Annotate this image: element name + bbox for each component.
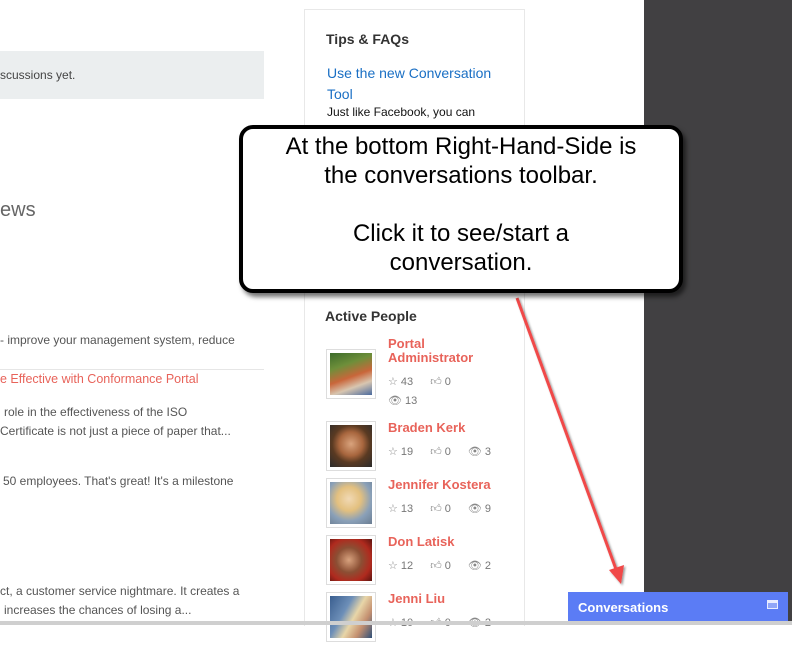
callout-line: At the bottom Right-Hand-Side is	[285, 133, 637, 160]
arrow-head	[609, 565, 624, 584]
annotation-arrow	[515, 297, 624, 584]
callout-line: the conversations toolbar.	[324, 162, 598, 189]
tutorial-callout: At the bottom Right-Hand-Side is the con…	[239, 125, 683, 293]
arrow-line	[515, 297, 624, 584]
conversations-toolbar[interactable]: Conversations	[568, 592, 788, 621]
callout-line: Click it to see/start a	[352, 220, 570, 247]
window-icon[interactable]	[767, 600, 778, 609]
conversations-label[interactable]: Conversations	[578, 600, 668, 615]
callout-line: conversation.	[389, 249, 533, 276]
bottom-scroll-edge	[0, 621, 792, 625]
